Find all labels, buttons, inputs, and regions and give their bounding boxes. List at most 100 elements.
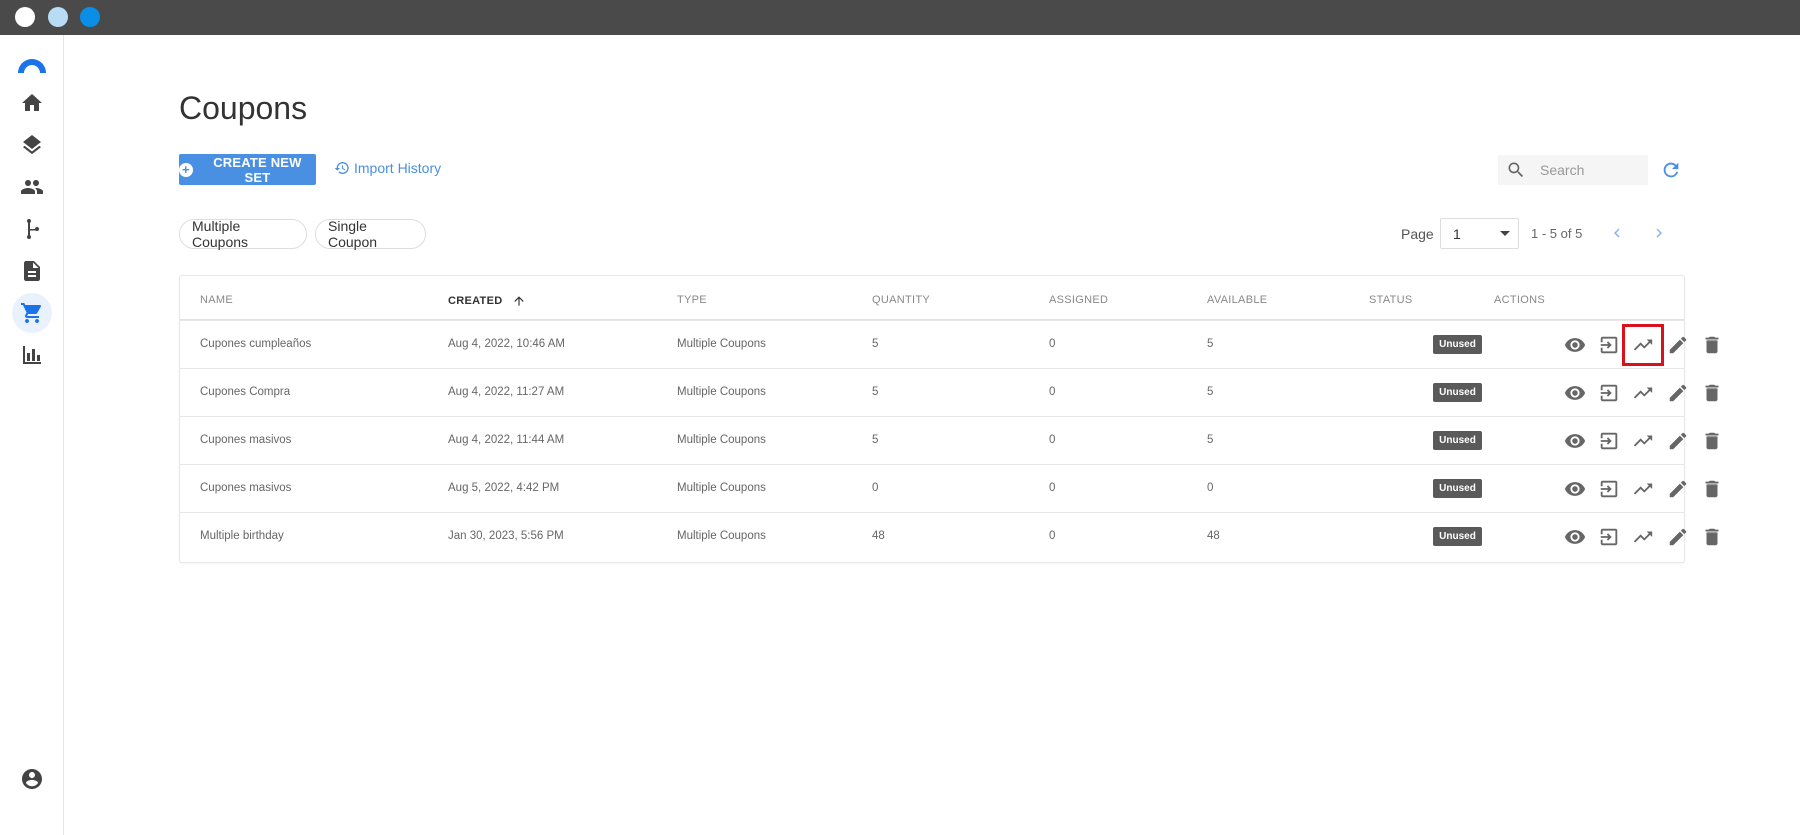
sidebar-account[interactable] — [20, 767, 44, 791]
stats-button[interactable] — [1622, 324, 1664, 366]
window-titlebar — [0, 0, 1800, 35]
delete-button[interactable] — [1700, 381, 1724, 405]
column-header-created-label: CREATED — [448, 295, 503, 307]
delete-button[interactable] — [1700, 477, 1724, 501]
import-icon — [1600, 336, 1618, 354]
stats-button[interactable] — [1631, 429, 1655, 453]
cell-assigned: 0 — [1049, 386, 1056, 398]
view-button[interactable] — [1563, 525, 1587, 549]
cell-quantity: 5 — [872, 386, 879, 398]
delete-button[interactable] — [1700, 333, 1724, 357]
import-button[interactable] — [1597, 333, 1621, 357]
previous-page-button[interactable] — [1608, 223, 1626, 243]
filter-single-coupon[interactable]: Single Coupon — [315, 218, 426, 250]
table-row[interactable]: Cupones masivos Aug 4, 2022, 11:44 AM Mu… — [180, 416, 1719, 464]
view-button[interactable] — [1563, 477, 1587, 501]
search-icon — [1508, 162, 1524, 178]
import-button[interactable] — [1597, 429, 1621, 453]
sidebar-item-analytics[interactable] — [12, 335, 52, 375]
window-maximize-button[interactable] — [80, 7, 100, 27]
table-row[interactable]: Multiple birthday Jan 30, 2023, 5:56 PM … — [180, 512, 1719, 560]
refresh-button[interactable] — [1660, 159, 1682, 181]
sidebar-item-cart[interactable] — [12, 293, 52, 333]
window-minimize-button[interactable] — [48, 7, 68, 27]
cell-name: Cupones Compra — [200, 386, 291, 398]
arrow-up-icon — [514, 296, 525, 306]
view-button[interactable] — [1563, 381, 1587, 405]
search-box[interactable] — [1498, 155, 1648, 185]
edit-button[interactable] — [1666, 381, 1690, 405]
cell-assigned: 0 — [1049, 434, 1056, 446]
bar-chart-icon — [23, 346, 41, 364]
delete-button[interactable] — [1700, 525, 1724, 549]
status-badge: Unused — [1433, 383, 1482, 402]
search-input[interactable] — [1540, 162, 1640, 178]
next-page-button[interactable] — [1650, 223, 1668, 243]
import-icon — [1600, 432, 1618, 450]
branch-icon — [27, 219, 39, 239]
column-header-assigned[interactable]: ASSIGNED — [1049, 294, 1108, 306]
trending-up-icon — [1633, 435, 1653, 447]
view-icon — [1564, 530, 1586, 544]
table-row[interactable]: Cupones cumpleaños Aug 4, 2022, 10:46 AM… — [180, 320, 1719, 368]
stats-button[interactable] — [1631, 381, 1655, 405]
sidebar-item-documents[interactable] — [12, 251, 52, 291]
column-header-status[interactable]: STATUS — [1369, 294, 1413, 306]
page-select-value: 1 — [1453, 225, 1461, 242]
history-icon — [334, 162, 349, 174]
view-button[interactable] — [1563, 333, 1587, 357]
import-history-link[interactable]: Import History — [334, 160, 441, 176]
import-button[interactable] — [1597, 381, 1621, 405]
stats-button[interactable] — [1631, 525, 1655, 549]
view-icon — [1564, 386, 1586, 400]
cell-name: Multiple birthday — [200, 530, 284, 542]
create-new-set-button[interactable]: + CREATE NEW SET — [179, 154, 316, 185]
page-title: Coupons — [179, 90, 308, 126]
window-close-button[interactable] — [15, 7, 35, 27]
edit-icon — [1669, 528, 1687, 546]
app-logo[interactable] — [16, 55, 48, 75]
view-icon — [1564, 482, 1586, 496]
trending-up-icon — [1633, 531, 1653, 543]
delete-icon — [1705, 480, 1719, 498]
pagination-range: 1 - 5 of 5 — [1531, 226, 1583, 241]
table-row[interactable]: Cupones masivos Aug 5, 2022, 4:42 PM Mul… — [180, 464, 1719, 512]
column-header-actions: ACTIONS — [1494, 294, 1545, 306]
edit-button[interactable] — [1666, 477, 1690, 501]
cell-created: Aug 4, 2022, 11:44 AM — [448, 434, 565, 446]
sidebar-item-flow[interactable] — [12, 209, 52, 249]
column-header-type[interactable]: TYPE — [677, 294, 707, 306]
import-history-label: Import History — [354, 160, 442, 176]
sidebar-item-layers[interactable] — [12, 125, 52, 165]
sidebar-item-people[interactable] — [12, 167, 52, 207]
refresh-icon — [1663, 162, 1679, 178]
column-header-quantity[interactable]: QUANTITY — [872, 294, 930, 306]
view-button[interactable] — [1563, 429, 1587, 453]
edit-button[interactable] — [1666, 429, 1690, 453]
delete-button[interactable] — [1700, 429, 1724, 453]
column-header-available[interactable]: AVAILABLE — [1207, 294, 1267, 306]
import-button[interactable] — [1597, 477, 1621, 501]
column-header-name[interactable]: NAME — [200, 294, 233, 306]
cell-created: Aug 4, 2022, 11:27 AM — [448, 386, 565, 398]
edit-button[interactable] — [1666, 525, 1690, 549]
coupons-table: NAME CREATED TYPE QUANTITY ASSIGNED AVAI… — [179, 275, 1719, 563]
filter-multiple-coupons[interactable]: Multiple Coupons — [179, 218, 307, 250]
table-row[interactable]: Cupones Compra Aug 4, 2022, 11:27 AM Mul… — [180, 368, 1719, 416]
stats-button[interactable] — [1631, 477, 1655, 501]
home-icon — [22, 94, 42, 111]
delete-icon — [1705, 384, 1719, 402]
page-select[interactable]: 1 — [1440, 218, 1519, 249]
cell-quantity: 0 — [872, 482, 879, 494]
cell-quantity: 48 — [872, 530, 885, 542]
sidebar-item-home[interactable] — [12, 83, 52, 123]
cell-available: 5 — [1207, 434, 1214, 446]
import-icon — [1600, 528, 1618, 546]
import-button[interactable] — [1597, 525, 1621, 549]
account-icon — [22, 769, 42, 789]
status-badge: Unused — [1433, 335, 1482, 354]
status-badge: Unused — [1433, 527, 1482, 546]
column-header-created[interactable]: CREATED — [448, 294, 526, 308]
edit-button[interactable] — [1666, 333, 1690, 357]
delete-icon — [1705, 432, 1719, 450]
